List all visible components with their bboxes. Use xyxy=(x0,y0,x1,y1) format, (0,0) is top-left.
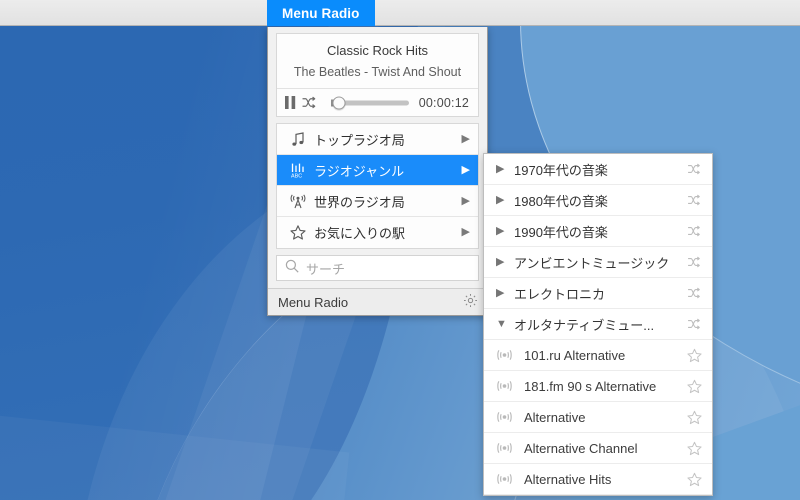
volume-slider-knob[interactable] xyxy=(332,96,346,109)
menu-item-favorite-stations[interactable]: お気に入りの駅 ▶ xyxy=(277,217,478,248)
shuffle-icon[interactable] xyxy=(687,225,702,237)
broadcast-icon xyxy=(495,348,521,362)
app-title: Menu Radio xyxy=(278,294,349,310)
shuffle-icon[interactable] xyxy=(687,256,702,268)
star-icon xyxy=(286,225,310,240)
menubar-item-menu-radio[interactable]: Menu Radio xyxy=(267,0,375,26)
triangle-right-icon[interactable]: ▶ xyxy=(496,194,512,206)
shuffle-icon[interactable] xyxy=(687,194,702,206)
station-row[interactable]: Alternative xyxy=(484,402,712,433)
genre-item-electronica[interactable]: ▶ エレクトロニカ xyxy=(484,278,712,309)
menu-item-top-stations[interactable]: トップラジオ局 ▶ xyxy=(277,124,478,155)
star-outline-icon[interactable] xyxy=(687,348,702,363)
now-playing-card: Classic Rock Hits The Beatles - Twist An… xyxy=(276,33,479,117)
station-label: 181.fm 90 s Alternative xyxy=(524,378,657,394)
star-outline-icon[interactable] xyxy=(687,410,702,425)
genre-submenu: ▶ 1970年代の音楽 ▶ 1980年代の音楽 ▶ 1990年代の音楽 ▶ アン… xyxy=(483,153,713,496)
volume-slider[interactable] xyxy=(331,96,409,110)
antenna-icon xyxy=(286,194,310,209)
station-label: Alternative xyxy=(524,409,586,425)
broadcast-icon xyxy=(495,441,521,455)
broadcast-icon xyxy=(495,410,521,424)
shuffle-icon[interactable] xyxy=(687,163,702,175)
menu-list: トップラジオ局 ▶ ABC ラジオジャンル ▶ 世界のラジオ局 ▶ お気に入りの… xyxy=(276,123,479,249)
genre-item-ambient[interactable]: ▶ アンビエントミュージック xyxy=(484,247,712,278)
genre-item-1990s[interactable]: ▶ 1990年代の音楽 xyxy=(484,216,712,247)
genre-item-1970s[interactable]: ▶ 1970年代の音楽 xyxy=(484,154,712,185)
menubar: Menu Radio xyxy=(0,0,800,26)
menu-item-label: トップラジオ局 xyxy=(314,132,405,148)
panel-footer: Menu Radio xyxy=(268,288,487,315)
shuffle-icon[interactable] xyxy=(302,96,317,109)
star-outline-icon[interactable] xyxy=(687,441,702,456)
triangle-right-icon[interactable]: ▶ xyxy=(496,256,512,268)
gear-icon[interactable] xyxy=(463,293,478,311)
menu-radio-dropdown-panel: Classic Rock Hits The Beatles - Twist An… xyxy=(267,27,488,316)
now-playing-track: The Beatles - Twist And Shout xyxy=(277,58,478,89)
genre-label: オルタナティブミュー... xyxy=(514,317,655,333)
triangle-right-icon[interactable]: ▶ xyxy=(496,225,512,237)
pause-icon[interactable] xyxy=(285,96,296,109)
chevron-right-icon: ▶ xyxy=(461,194,470,207)
genre-label: 1980年代の音楽 xyxy=(514,193,608,209)
search-icon xyxy=(285,259,299,278)
station-row[interactable]: 101.ru Alternative xyxy=(484,340,712,371)
genre-item-1980s[interactable]: ▶ 1980年代の音楽 xyxy=(484,185,712,216)
svg-text:ABC: ABC xyxy=(291,173,302,178)
triangle-right-icon[interactable]: ▶ xyxy=(496,287,512,299)
broadcast-icon xyxy=(495,379,521,393)
genre-label: エレクトロニカ xyxy=(514,286,606,302)
genre-label: 1990年代の音楽 xyxy=(514,224,608,240)
station-row[interactable]: Alternative Hits xyxy=(484,464,712,495)
menu-item-label: お気に入りの駅 xyxy=(314,226,406,241)
star-outline-icon[interactable] xyxy=(687,379,702,394)
station-label: Alternative Hits xyxy=(524,471,612,487)
broadcast-icon xyxy=(495,472,521,486)
chevron-right-icon: ▶ xyxy=(461,226,470,238)
menubar-item-label: Menu Radio xyxy=(282,5,360,21)
genre-label: アンビエントミュージック xyxy=(514,255,670,271)
menu-item-label: ラジオジャンル xyxy=(314,163,405,179)
now-playing-station: Classic Rock Hits xyxy=(326,43,429,58)
station-label: 101.ru Alternative xyxy=(524,347,626,363)
search-input-placeholder[interactable]: サーチ xyxy=(306,259,345,278)
desktop: Menu Radio Classic Rock Hits The Beatles… xyxy=(0,0,800,500)
station-row[interactable]: 181.fm 90 s Alternative xyxy=(484,371,712,402)
station-label: Alternative Channel xyxy=(524,440,638,456)
shuffle-icon[interactable] xyxy=(687,287,702,299)
menu-item-radio-genres[interactable]: ABC ラジオジャンル ▶ xyxy=(277,155,478,186)
station-row[interactable]: Alternative Channel xyxy=(484,433,712,464)
triangle-down-icon[interactable]: ▼ xyxy=(496,318,512,330)
genre-item-alternative[interactable]: ▼ オルタナティブミュー... xyxy=(484,309,712,340)
elapsed-time: 00:00:12 xyxy=(418,95,469,110)
triangle-right-icon[interactable]: ▶ xyxy=(496,163,512,175)
shuffle-icon[interactable] xyxy=(687,318,702,330)
menu-item-label: 世界のラジオ局 xyxy=(314,194,405,210)
star-outline-icon[interactable] xyxy=(687,472,702,487)
menu-item-world-stations[interactable]: 世界のラジオ局 ▶ xyxy=(277,186,478,217)
music-note-icon xyxy=(286,131,310,147)
chevron-right-icon: ▶ xyxy=(461,132,470,145)
search-field[interactable]: サーチ xyxy=(276,255,479,281)
player-controls: 00:00:12 xyxy=(277,89,478,116)
equalizer-icon: ABC xyxy=(286,163,310,178)
chevron-right-icon: ▶ xyxy=(461,163,470,176)
genre-label: 1970年代の音楽 xyxy=(514,162,608,178)
